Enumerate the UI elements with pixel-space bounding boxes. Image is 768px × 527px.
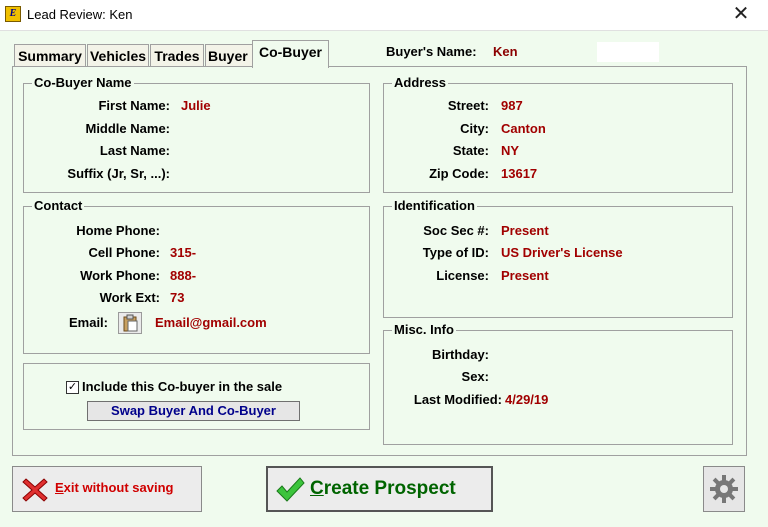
street-value: 987 [501,98,523,113]
buyer-name-value: Ken [493,44,518,59]
license-label: License: [436,268,489,283]
last-modified-value: 4/29/19 [505,392,549,407]
exit-without-saving-button[interactable]: Exit without saving [12,466,202,512]
group-title-address: Address [392,75,449,91]
middle-name-label: Middle Name: [85,121,170,136]
contact-group: Contact Home Phone: Cell Phone: 315- Wor… [23,198,370,354]
id-type-value: US Driver's License [501,245,623,260]
id-type-label: Type of ID: [422,245,489,260]
last-name-label: Last Name: [99,143,170,158]
swap-buyer-button[interactable]: Swap Buyer And Co-Buyer [87,401,300,421]
identification-group: Identification Soc Sec #: Present Type o… [383,198,733,318]
cell-phone-value: 315- [170,245,197,260]
green-check-icon [276,477,305,502]
gear-icon [710,475,738,503]
cell-phone-label: Cell Phone: [88,245,160,260]
create-prospect-label: Create Prospect [310,478,456,499]
tab-buyer[interactable]: Buyer [205,44,255,66]
tab-vehicles[interactable]: Vehicles [87,44,149,66]
settings-button[interactable] [703,466,745,512]
email-label: Email: [68,315,108,330]
sex-label: Sex: [461,369,489,384]
ssn-value: Present [501,223,549,238]
tab-summary[interactable]: Summary [14,44,86,66]
zip-value: 13617 [501,166,538,181]
app-logo-icon: E [5,6,21,22]
include-group: ✓ Include this Co-buyer in the sale Swap… [23,363,370,430]
window-title: Lead Review: Ken [27,7,133,22]
work-ext-label: Work Ext: [99,290,160,305]
buyer-name-label: Buyer's Name: [386,44,477,59]
cobuyer-name-group: Co-Buyer Name First Name: Julie Middle N… [23,75,370,193]
state-value: NY [501,143,520,158]
tab-trades[interactable]: Trades [150,44,204,66]
city-value: Canton [501,121,546,136]
blank-field [597,42,659,62]
first-name-value: Julie [181,98,211,113]
work-ext-value: 73 [170,290,185,305]
address-group: Address Street: 987 City: Canton State: … [383,75,733,193]
ssn-label: Soc Sec #: [423,223,489,238]
first-name-label: First Name: [98,98,170,113]
street-label: Street: [447,98,489,113]
work-phone-value: 888- [170,268,197,283]
co-buyer-panel: Co-Buyer Name First Name: Julie Middle N… [12,66,747,456]
copy-email-button[interactable] [118,312,142,334]
license-value: Present [501,268,549,283]
include-cobuyer-checkbox[interactable]: ✓ [66,381,79,394]
zip-label: Zip Code: [429,166,489,181]
city-label: City: [460,121,489,136]
create-prospect-button[interactable]: Create Prospect [266,466,493,512]
email-value: Email@gmail.com [155,315,267,330]
group-title-identification: Identification [392,198,477,214]
exit-label: Exit without saving [55,480,174,495]
include-cobuyer-label: Include this Co-buyer in the sale [82,379,283,394]
group-title-contact: Contact [32,198,85,214]
misc-info-group: Misc. Info Birthday: Sex: Last Modified:… [383,322,733,445]
tab-co-buyer[interactable]: Co-Buyer [252,40,329,68]
group-title-misc: Misc. Info [392,322,456,338]
work-phone-label: Work Phone: [80,268,160,283]
close-icon[interactable]: ✕ [728,2,754,26]
birthday-label: Birthday: [431,347,489,362]
group-title-cobuyer-name: Co-Buyer Name [32,75,134,91]
home-phone-label: Home Phone: [76,223,160,238]
last-modified-label: Last Modified: [413,392,502,407]
title-bar: E Lead Review: Ken ✕ [0,0,768,31]
suffix-label: Suffix (Jr, Sr, ...): [67,166,170,181]
red-x-icon [22,478,48,502]
clipboard-icon [123,314,138,332]
state-label: State: [452,143,489,158]
